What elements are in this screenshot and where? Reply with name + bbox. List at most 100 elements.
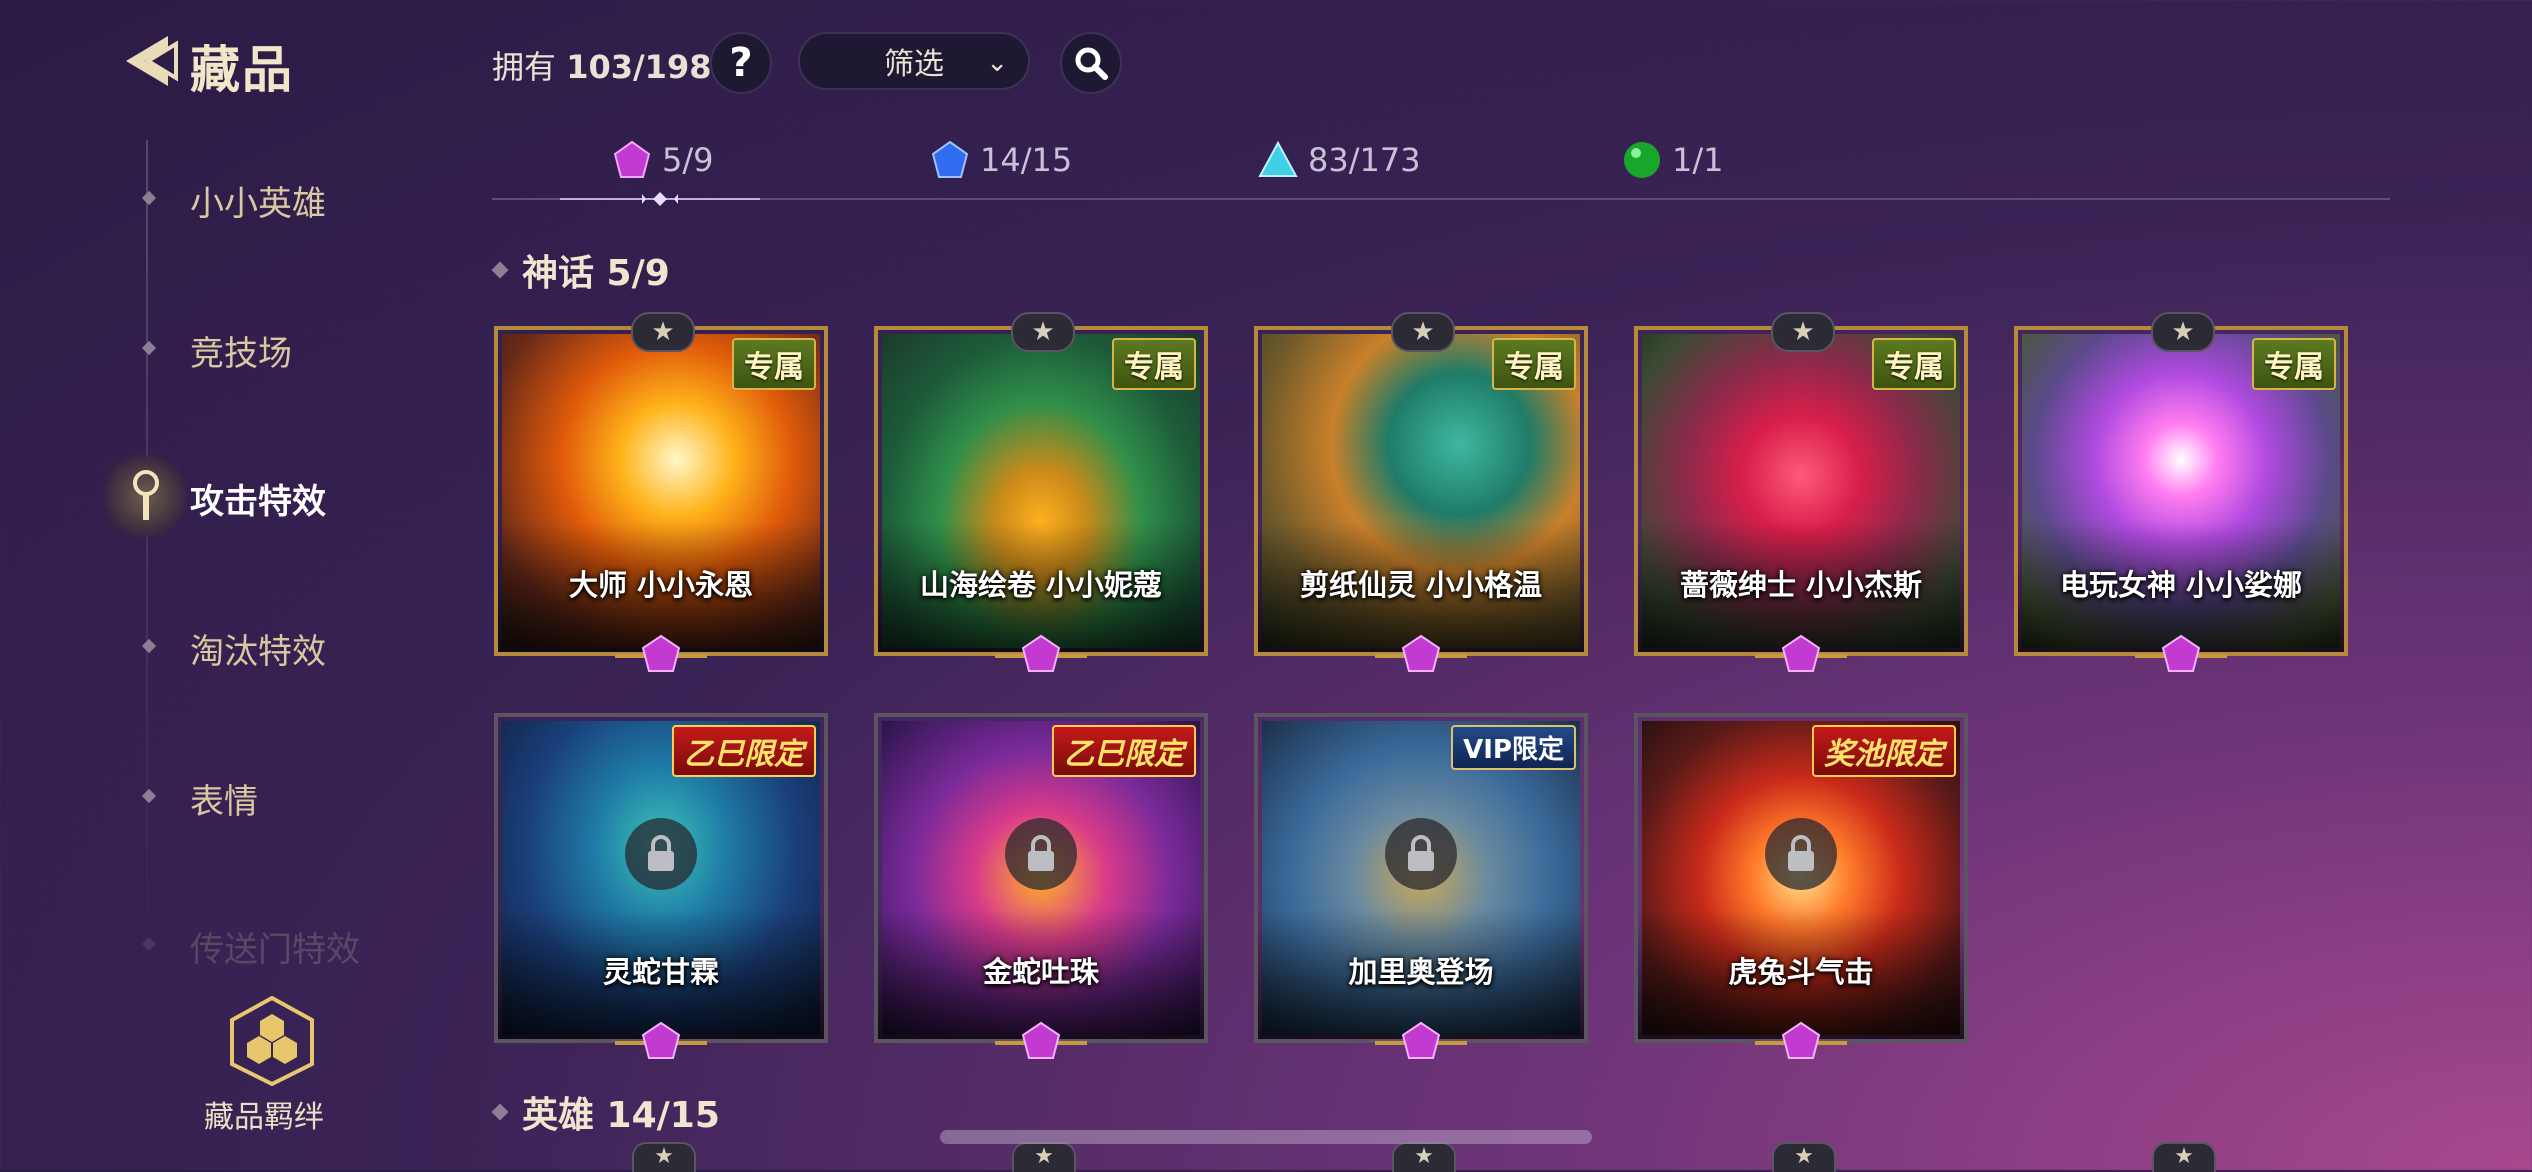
tabs-divider bbox=[492, 198, 2390, 200]
card-name: 剪纸仙灵 小小格温 bbox=[1299, 568, 1543, 602]
section-label: 英雄 14/15 bbox=[522, 1095, 720, 1136]
owned-prefix: 拥有 bbox=[492, 48, 557, 86]
mythic-gem-icon bbox=[615, 1021, 707, 1059]
effect-card[interactable]: VIP限定 加里奥登场 bbox=[1254, 713, 1588, 1059]
filter-label: 筛选 bbox=[884, 47, 944, 82]
tab-count: 14/15 bbox=[980, 141, 1073, 179]
hexagon-bond-icon bbox=[230, 995, 314, 1087]
effect-card[interactable]: 专属 ★ 电玩女神 小小娑娜 bbox=[2014, 312, 2348, 672]
card-name: 蔷薇绅士 小小杰斯 bbox=[1679, 568, 1923, 602]
green-orb-icon bbox=[1624, 142, 1660, 178]
exclusive-tag: 专属 bbox=[1112, 338, 1196, 390]
owned-counter: 拥有 103/198 bbox=[492, 42, 711, 88]
nav-dot bbox=[141, 788, 157, 804]
exclusive-tag: 专属 bbox=[1492, 338, 1576, 390]
page-title: 藏品 bbox=[190, 41, 294, 99]
effect-card[interactable]: 专属 ★ 蔷薇绅士 小小杰斯 bbox=[1634, 312, 1968, 672]
tab-count: 1/1 bbox=[1672, 141, 1724, 179]
mythic-gem-icon bbox=[1375, 634, 1467, 672]
nav-label: 竞技场 bbox=[190, 334, 292, 374]
card-name: 虎兔斗气击 bbox=[1728, 955, 1874, 989]
back-arrow-icon bbox=[126, 36, 178, 86]
tab-count: 5/9 bbox=[662, 141, 714, 179]
nav-dot bbox=[141, 340, 157, 356]
exclusive-tag: 专属 bbox=[732, 338, 816, 390]
star-icon: ★ bbox=[2151, 312, 2215, 352]
effect-card[interactable]: 专属 ★ 大师 小小永恩 bbox=[494, 312, 828, 672]
lock-icon bbox=[1765, 818, 1837, 890]
mythic-gem-icon bbox=[1755, 1021, 1847, 1059]
epic-gem-icon bbox=[1258, 140, 1298, 177]
exclusive-tag: 专属 bbox=[2252, 338, 2336, 390]
star-icon: ★ bbox=[1012, 1142, 1076, 1172]
nav-label: 传送门特效 bbox=[190, 930, 360, 970]
search-button[interactable] bbox=[1060, 32, 1122, 94]
attack-effect-icon bbox=[133, 470, 159, 520]
mythic-gem-icon bbox=[1375, 1021, 1467, 1059]
effect-card[interactable]: 专属 ★ 剪纸仙灵 小小格温 bbox=[1254, 312, 1588, 672]
mythic-gem-icon bbox=[613, 140, 651, 178]
back-button[interactable] bbox=[118, 30, 180, 92]
card-name: 山海绘卷 小小妮蔻 bbox=[919, 568, 1163, 602]
effect-card[interactable]: 奖池限定 虎兔斗气击 bbox=[1634, 713, 1968, 1059]
nav-dot bbox=[141, 936, 157, 952]
filter-dropdown[interactable]: 筛选 ⌄ bbox=[798, 32, 1030, 90]
vip-tag: VIP限定 bbox=[1451, 725, 1576, 770]
star-icon: ★ bbox=[2152, 1142, 2216, 1172]
nav-rail bbox=[146, 140, 148, 960]
search-icon bbox=[1075, 47, 1108, 80]
card-name: 加里奥登场 bbox=[1348, 955, 1494, 989]
star-icon: ★ bbox=[632, 1142, 696, 1172]
section-title-mythic: 神话 5/9 bbox=[491, 244, 670, 296]
lock-icon bbox=[1005, 818, 1077, 890]
section-title-hero: 英雄 14/15 bbox=[491, 1086, 720, 1138]
section-label: 神话 5/9 bbox=[522, 253, 670, 294]
nav-label: 表情 bbox=[190, 782, 258, 822]
collection-bond-label: 藏品羁绊 bbox=[204, 1100, 324, 1135]
limited-tag: 乙巳限定 bbox=[672, 725, 816, 777]
nav-label: 淘汰特效 bbox=[190, 632, 326, 672]
tab-active-indicator bbox=[560, 192, 760, 206]
card-name: 电玩女神 小小娑娜 bbox=[2059, 568, 2303, 602]
limited-tag: 奖池限定 bbox=[1812, 725, 1956, 777]
legendary-gem-icon bbox=[931, 140, 969, 178]
star-icon: ★ bbox=[1391, 312, 1455, 352]
star-icon: ★ bbox=[631, 312, 695, 352]
chevron-down-icon: ⌄ bbox=[986, 48, 1008, 78]
help-button[interactable]: ? bbox=[710, 32, 772, 94]
mythic-gem-icon bbox=[995, 1021, 1087, 1059]
mythic-gem-icon bbox=[2135, 634, 2227, 672]
effect-card[interactable]: 乙巳限定 灵蛇甘霖 bbox=[494, 713, 828, 1059]
tab-legendary[interactable]: 14/15 bbox=[930, 140, 1072, 180]
tab-green[interactable]: 1/1 bbox=[1622, 140, 1724, 180]
lock-icon bbox=[625, 818, 697, 890]
nav-label: 小小英雄 bbox=[190, 184, 326, 224]
tab-epic[interactable]: 83/173 bbox=[1258, 140, 1421, 180]
star-icon: ★ bbox=[1392, 1142, 1456, 1172]
section-dot bbox=[491, 261, 509, 279]
collection-bond-button[interactable] bbox=[228, 995, 316, 1087]
mythic-gem-icon bbox=[615, 634, 707, 672]
help-icon: ? bbox=[729, 40, 753, 86]
tab-mythic[interactable]: 5/9 bbox=[612, 140, 714, 180]
nav-dot bbox=[141, 638, 157, 654]
tab-count: 83/173 bbox=[1308, 141, 1421, 179]
section-dot bbox=[491, 1103, 509, 1121]
nav-dot bbox=[141, 190, 157, 206]
card-name: 大师 小小永恩 bbox=[568, 568, 754, 602]
star-icon: ★ bbox=[1011, 312, 1075, 352]
mythic-gem-icon bbox=[1755, 634, 1847, 672]
exclusive-tag: 专属 bbox=[1872, 338, 1956, 390]
card-name: 金蛇吐珠 bbox=[982, 955, 1099, 989]
owned-count: 103/198 bbox=[566, 48, 712, 86]
scrollbar[interactable] bbox=[940, 1130, 1592, 1144]
limited-tag: 乙巳限定 bbox=[1052, 725, 1196, 777]
star-icon: ★ bbox=[1771, 312, 1835, 352]
star-icon: ★ bbox=[1772, 1142, 1836, 1172]
effect-card[interactable]: 专属 ★ 山海绘卷 小小妮蔻 bbox=[874, 312, 1208, 672]
effect-card[interactable]: 乙巳限定 金蛇吐珠 bbox=[874, 713, 1208, 1059]
nav-label: 攻击特效 bbox=[190, 482, 326, 522]
card-name: 灵蛇甘霖 bbox=[602, 955, 719, 989]
mythic-gem-icon bbox=[995, 634, 1087, 672]
lock-icon bbox=[1385, 818, 1457, 890]
